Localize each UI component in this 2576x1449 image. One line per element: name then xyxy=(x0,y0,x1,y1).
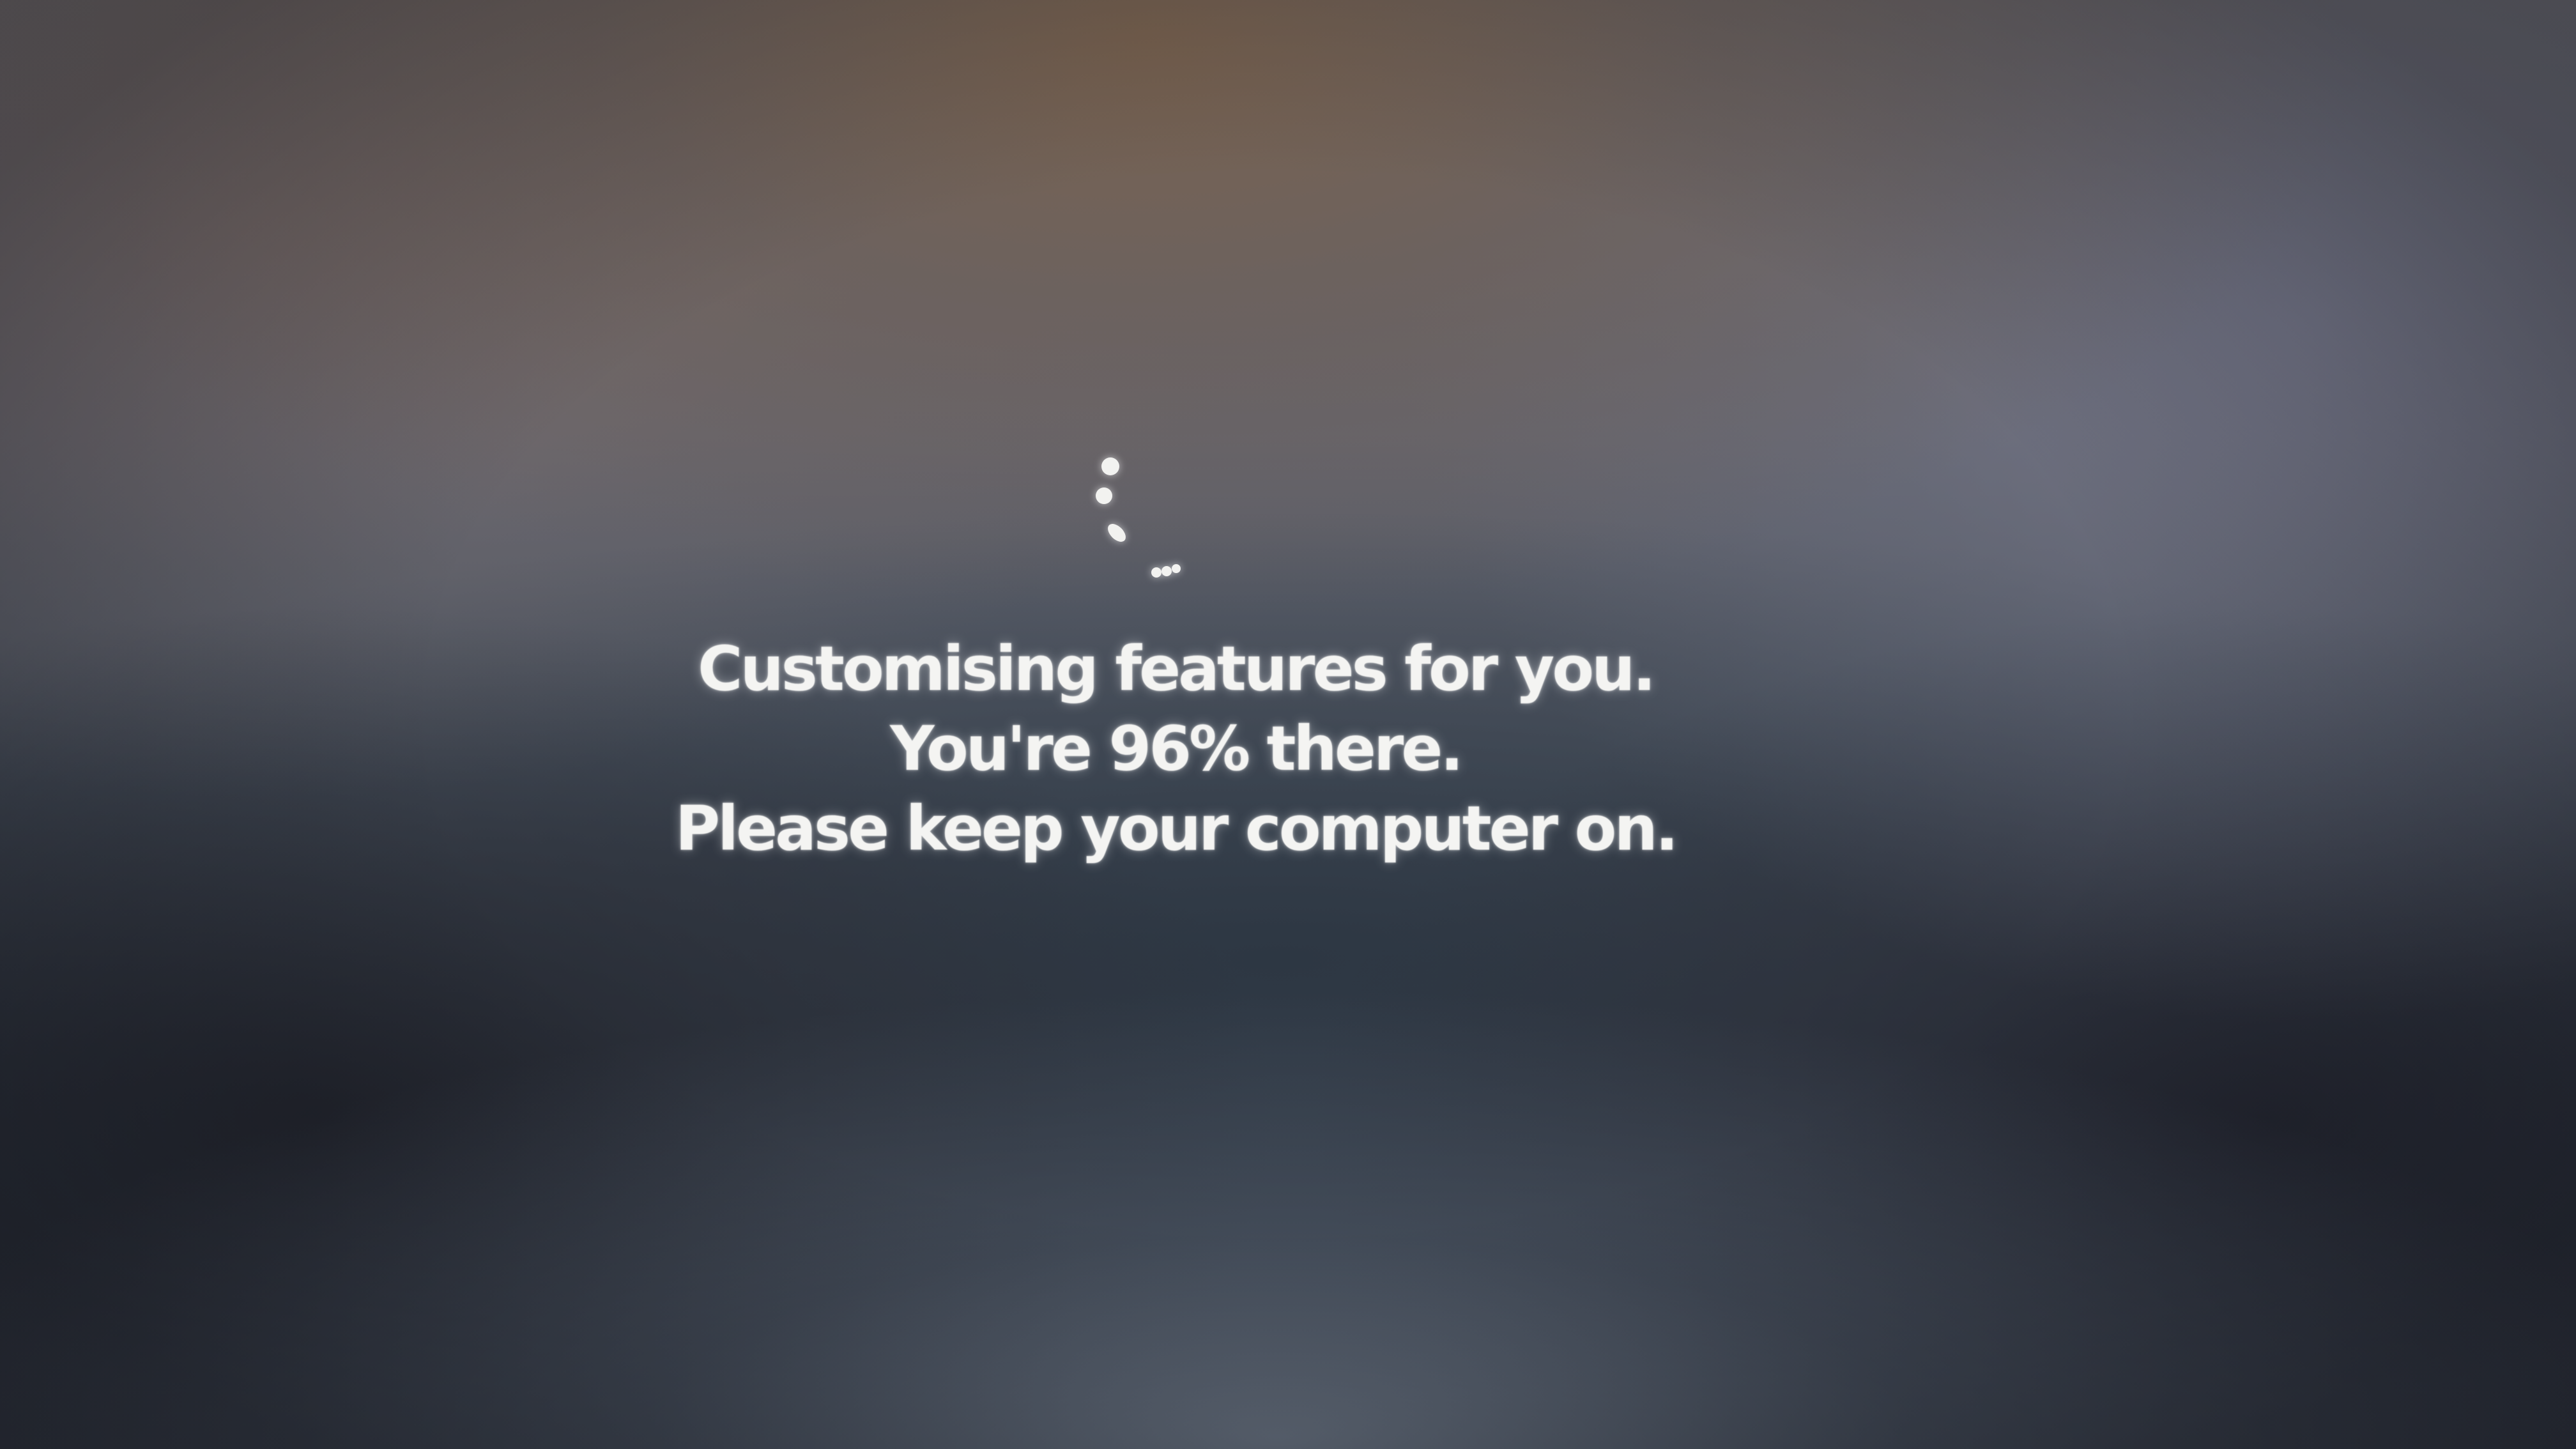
setup-status-line-1: Customising features for you. xyxy=(698,633,1656,705)
setup-progress-line: You're 96% there. xyxy=(890,713,1464,785)
setup-status-message: Customising features for you. You're 96%… xyxy=(0,629,2351,869)
windows-setup-screen: Customising features for you. You're 96%… xyxy=(0,0,2576,1449)
setup-instruction-line: Please keep your computer on. xyxy=(675,793,1679,864)
loading-spinner-icon xyxy=(1080,447,1220,588)
